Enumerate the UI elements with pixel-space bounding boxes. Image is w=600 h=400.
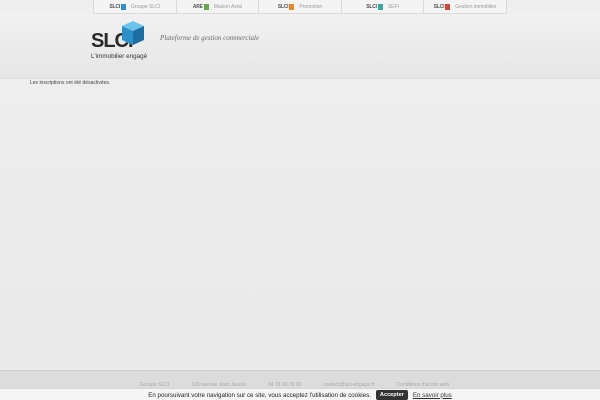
platform-title: Plateforme de gestion commerciale: [160, 34, 260, 42]
page: SLCI Groupe SLCI ARE Maison Axial SLCI P…: [0, 0, 600, 400]
top-navigation: SLCI Groupe SLCI ARE Maison Axial SLCI P…: [93, 0, 507, 14]
nav-item-label: Gestion immobilier: [455, 3, 497, 10]
nav-item-groupe-slci[interactable]: SLCI Groupe SLCI: [93, 0, 176, 13]
site-footer: Groupe SLCI 165 avenue Jean Jaurès 04 78…: [0, 370, 600, 390]
nav-logo-text: SLCI: [109, 3, 120, 10]
site-header: SLCI L'immobilier engagé Plateforme de g…: [0, 14, 600, 79]
nav-logo-text: ARE: [192, 3, 203, 10]
nav-item-maison-axial[interactable]: ARE Maison Axial: [175, 0, 259, 13]
slci-logo-icon: SLCI: [277, 3, 295, 10]
nav-logo-text: SLCI: [277, 3, 289, 10]
cookie-banner: En poursuivant votre navigation sur ce s…: [0, 388, 600, 400]
brand-tagline: L'immobilier engagé: [91, 53, 148, 60]
slci-logo-icon: SLCI: [433, 3, 451, 10]
nav-logo-text: SLCI: [366, 3, 377, 10]
nav-item-gestion-immobilier[interactable]: SLCI Gestion immobilier: [423, 0, 507, 13]
nav-item-label: Maison Axial: [213, 3, 242, 10]
nav-item-label: Groupe SLCI: [131, 3, 161, 10]
are-logo-icon: ARE: [192, 3, 209, 10]
accept-cookies-button[interactable]: Accepter: [375, 390, 408, 400]
cube-logo-icon: [122, 21, 144, 45]
nav-item-sefi[interactable]: SLCI SEFI: [340, 0, 424, 13]
nav-item-label: SEFI: [387, 3, 399, 10]
nav-item-promotion[interactable]: SLCI Promotion: [258, 0, 341, 13]
status-message: Les inscriptions ont été désactivées.: [30, 80, 111, 86]
slci-logo-icon: SLCI: [109, 3, 126, 10]
slci-logo-icon: SLCI: [366, 3, 383, 10]
nav-logo-text: SLCI: [433, 3, 445, 10]
cookie-message: En poursuivant votre navigation sur ce s…: [148, 391, 371, 399]
nav-item-label: Promotion: [299, 3, 323, 10]
brand-logo[interactable]: SLCI L'immobilier engagé: [91, 21, 153, 66]
learn-more-link[interactable]: En savoir plus: [413, 392, 452, 399]
